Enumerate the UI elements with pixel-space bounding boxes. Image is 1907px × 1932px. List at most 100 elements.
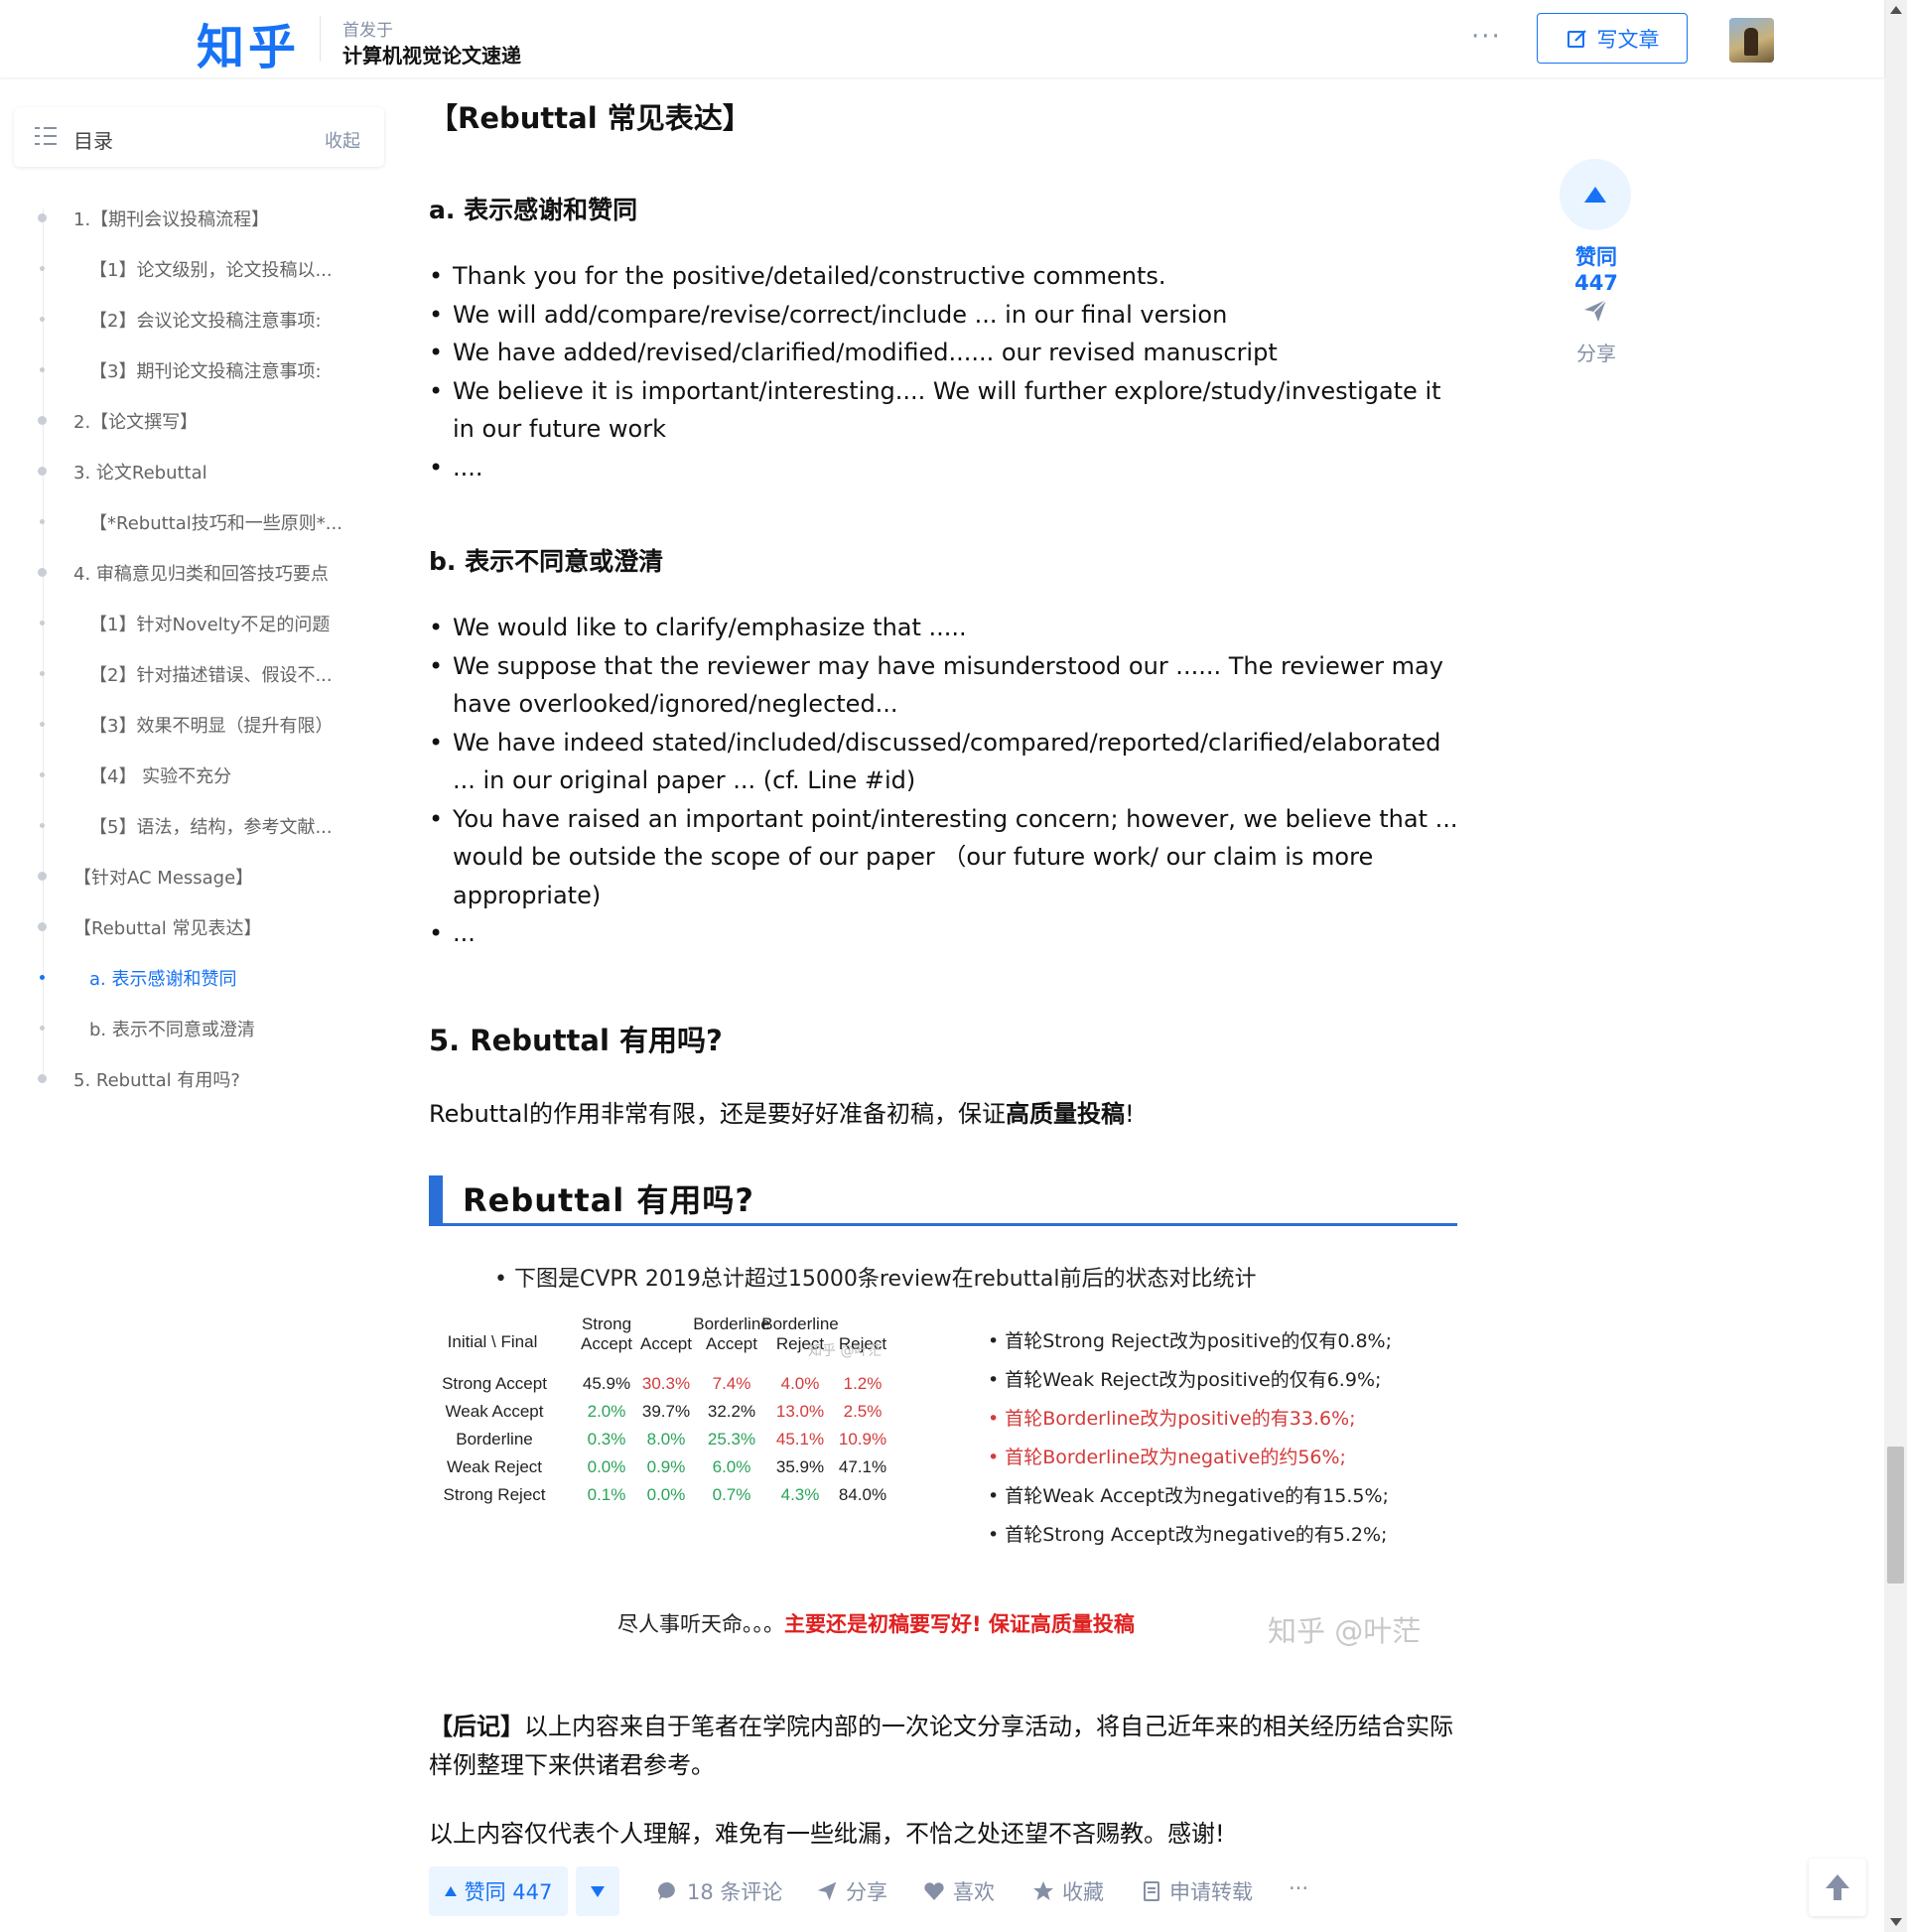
share-button[interactable]: 分享 — [816, 1876, 887, 1906]
side-upvote-button[interactable] — [1560, 159, 1631, 230]
table-column-header: Accept — [581, 1334, 632, 1353]
table-column-header: Borderline — [693, 1314, 770, 1333]
toc-bullet-icon — [40, 1026, 45, 1031]
table-cell: 25.3% — [707, 1430, 756, 1449]
toc-item-label: 3. 论文Rebuttal — [73, 463, 207, 483]
toc-item-label: 【1】论文级别，论文投稿以... — [89, 260, 333, 281]
scroll-up-arrow-icon[interactable] — [1890, 6, 1902, 14]
toc-item-label: b. 表示不同意或澄清 — [89, 1020, 255, 1040]
write-article-button[interactable]: 写文章 — [1537, 13, 1688, 64]
slide-watermark: 知乎 @叶茫 — [1268, 1614, 1422, 1648]
toc-item-label: 2.【论文撰写】 — [73, 412, 199, 433]
slide-accent-bar — [429, 1175, 443, 1225]
bullet-item: Thank you for the positive/detailed/cons… — [429, 257, 1461, 296]
toc-item[interactable]: a. 表示感谢和赞同 — [0, 953, 377, 1004]
document-icon — [1144, 1881, 1159, 1901]
like-button[interactable]: 喜欢 — [923, 1876, 995, 1906]
table-cell: 0.1% — [587, 1485, 626, 1504]
toc-item[interactable]: b. 表示不同意或澄清 — [0, 1004, 377, 1054]
scroll-down-arrow-icon[interactable] — [1890, 1918, 1902, 1926]
column-name-link[interactable]: 计算机视觉论文速递 — [342, 40, 521, 69]
toc-item[interactable]: 【2】会议论文投稿注意事项: — [0, 295, 377, 345]
bottom-upvote-label: 赞同 447 — [464, 1880, 553, 1904]
repost-request-label: 申请转载 — [1169, 1880, 1253, 1904]
toc-item-label: a. 表示感谢和赞同 — [89, 969, 237, 990]
comments-button[interactable]: 18 条评论 — [657, 1876, 782, 1906]
rebuttal-stats-figure[interactable]: Rebuttal 有用吗? • 下图是CVPR 2019总计超过15000条re… — [429, 1172, 1461, 1658]
toc-item[interactable]: 3. 论文Rebuttal — [0, 447, 377, 497]
slide-note: • 首轮Weak Accept改为negative的有15.5%; — [988, 1485, 1389, 1507]
toc-collapse-button[interactable]: 收起 — [325, 127, 360, 153]
paper-plane-icon — [817, 1881, 837, 1901]
toc-bullet-icon — [38, 467, 47, 476]
toc-item[interactable]: 【针对AC Message】 — [0, 852, 377, 902]
toc-item[interactable]: 【5】语法，结构，参考文献... — [0, 801, 377, 852]
table-cell: 4.0% — [780, 1374, 820, 1393]
side-upvote-count[interactable]: 赞同 447 — [1551, 241, 1642, 295]
table-cell: 8.0% — [646, 1430, 686, 1449]
share-label: 分享 — [846, 1880, 887, 1904]
bullet-item: We will add/compare/revise/correct/inclu… — [429, 296, 1461, 335]
sub-b-title: b. 表示不同意或澄清 — [429, 547, 664, 576]
back-to-top-button[interactable] — [1809, 1859, 1866, 1916]
bullet-item: ... — [429, 914, 1461, 953]
bullet-item: We suppose that the reviewer may have mi… — [429, 647, 1461, 724]
section5-title: 5. Rebuttal 有用吗? — [429, 1024, 723, 1057]
toc-item[interactable]: 【Rebuttal 常见表达】 — [0, 902, 377, 953]
table-cell: 2.5% — [843, 1402, 883, 1421]
toc-item[interactable]: 【4】 实验不充分 — [0, 751, 377, 801]
favorite-button[interactable]: 收藏 — [1032, 1876, 1104, 1906]
toc-bullet-icon — [38, 872, 47, 881]
toc-item[interactable]: 1.【期刊会议投稿流程】 — [0, 194, 377, 244]
toc-item[interactable]: 【3】效果不明显（提升有限） — [0, 700, 377, 751]
scroll-thumb[interactable] — [1887, 1447, 1904, 1584]
toc-bullet-icon — [40, 519, 45, 524]
paper-plane-icon[interactable] — [1582, 298, 1608, 324]
toc-item[interactable]: 【1】论文级别，论文投稿以... — [0, 244, 377, 295]
toc-item-label: 【1】针对Novelty不足的问题 — [89, 615, 331, 635]
toc-item-label: 【2】针对描述错误、假设不... — [89, 665, 333, 686]
toc-list: 1.【期刊会议投稿流程】【1】论文级别，论文投稿以... 【2】会议论文投稿注意事… — [0, 194, 377, 1105]
toc-item[interactable]: 【*Rebuttal技巧和一些原则*... — [0, 497, 377, 548]
table-column-header: Strong — [581, 1314, 632, 1333]
table-row-header: Borderline — [456, 1430, 533, 1449]
toc-item-label: 1.【期刊会议投稿流程】 — [73, 209, 270, 230]
bullet-item: We would like to clarify/emphasize that … — [429, 609, 1461, 647]
toc-item[interactable]: 2.【论文撰写】 — [0, 396, 377, 447]
zhihu-logo[interactable]: 知乎 — [197, 8, 300, 77]
sub-b-bullet-list: We would like to clarify/emphasize that … — [429, 609, 1461, 953]
upvote-arrow-icon — [444, 1886, 457, 1896]
more-menu-button[interactable]: ··· — [1471, 22, 1502, 52]
bullet-item: We have added/revised/clarified/modified… — [429, 334, 1461, 372]
toc-bullet-icon — [38, 1074, 47, 1083]
table-cell: 39.7% — [641, 1402, 691, 1421]
toc-item[interactable]: 5. Rebuttal 有用吗? — [0, 1054, 377, 1105]
toc-bullet-icon — [38, 922, 47, 931]
toc-item[interactable]: 4. 审稿意见归类和回答技巧要点 — [0, 548, 377, 599]
more-actions-button[interactable]: ··· — [1289, 1876, 1308, 1900]
toc-item-label: 【3】期刊论文投稿注意事项: — [89, 361, 322, 382]
downvote-button[interactable] — [576, 1866, 619, 1916]
toc-item-label: 【*Rebuttal技巧和一些原则*... — [89, 513, 342, 534]
toc-item[interactable]: 【3】期刊论文投稿注意事项: — [0, 345, 377, 396]
toc-item[interactable]: 【1】针对Novelty不足的问题 — [0, 599, 377, 649]
top-header: 知乎 首发于 计算机视觉论文速递 ··· 写文章 — [0, 0, 1884, 77]
side-share-button[interactable]: 分享 — [1551, 338, 1642, 366]
section5-suffix: ! — [1125, 1100, 1135, 1128]
table-cell: 13.0% — [775, 1402, 825, 1421]
like-label: 喜欢 — [953, 1880, 995, 1904]
slide-title: Rebuttal 有用吗? — [463, 1181, 754, 1219]
toc-item[interactable]: 【2】针对描述错误、假设不... — [0, 649, 377, 700]
slide-notes: • 首轮Strong Reject改为positive的仅有0.8%; • 首轮W… — [988, 1322, 1392, 1555]
page-scrollbar[interactable] — [1884, 0, 1907, 1932]
toc-bullet-icon — [38, 416, 47, 425]
table-cell: 0.0% — [587, 1457, 626, 1476]
table-column-header: Borderline — [761, 1314, 839, 1333]
bullet-item: We believe it is important/interesting..… — [429, 372, 1461, 449]
table-cell: 7.4% — [712, 1374, 751, 1393]
bullet-item: .... — [429, 449, 1461, 487]
toc-item-label: 4. 审稿意见归类和回答技巧要点 — [73, 564, 329, 585]
repost-request-button[interactable]: 申请转载 — [1142, 1876, 1253, 1906]
bottom-upvote-button[interactable]: 赞同 447 — [429, 1866, 568, 1916]
user-avatar[interactable] — [1729, 18, 1774, 63]
